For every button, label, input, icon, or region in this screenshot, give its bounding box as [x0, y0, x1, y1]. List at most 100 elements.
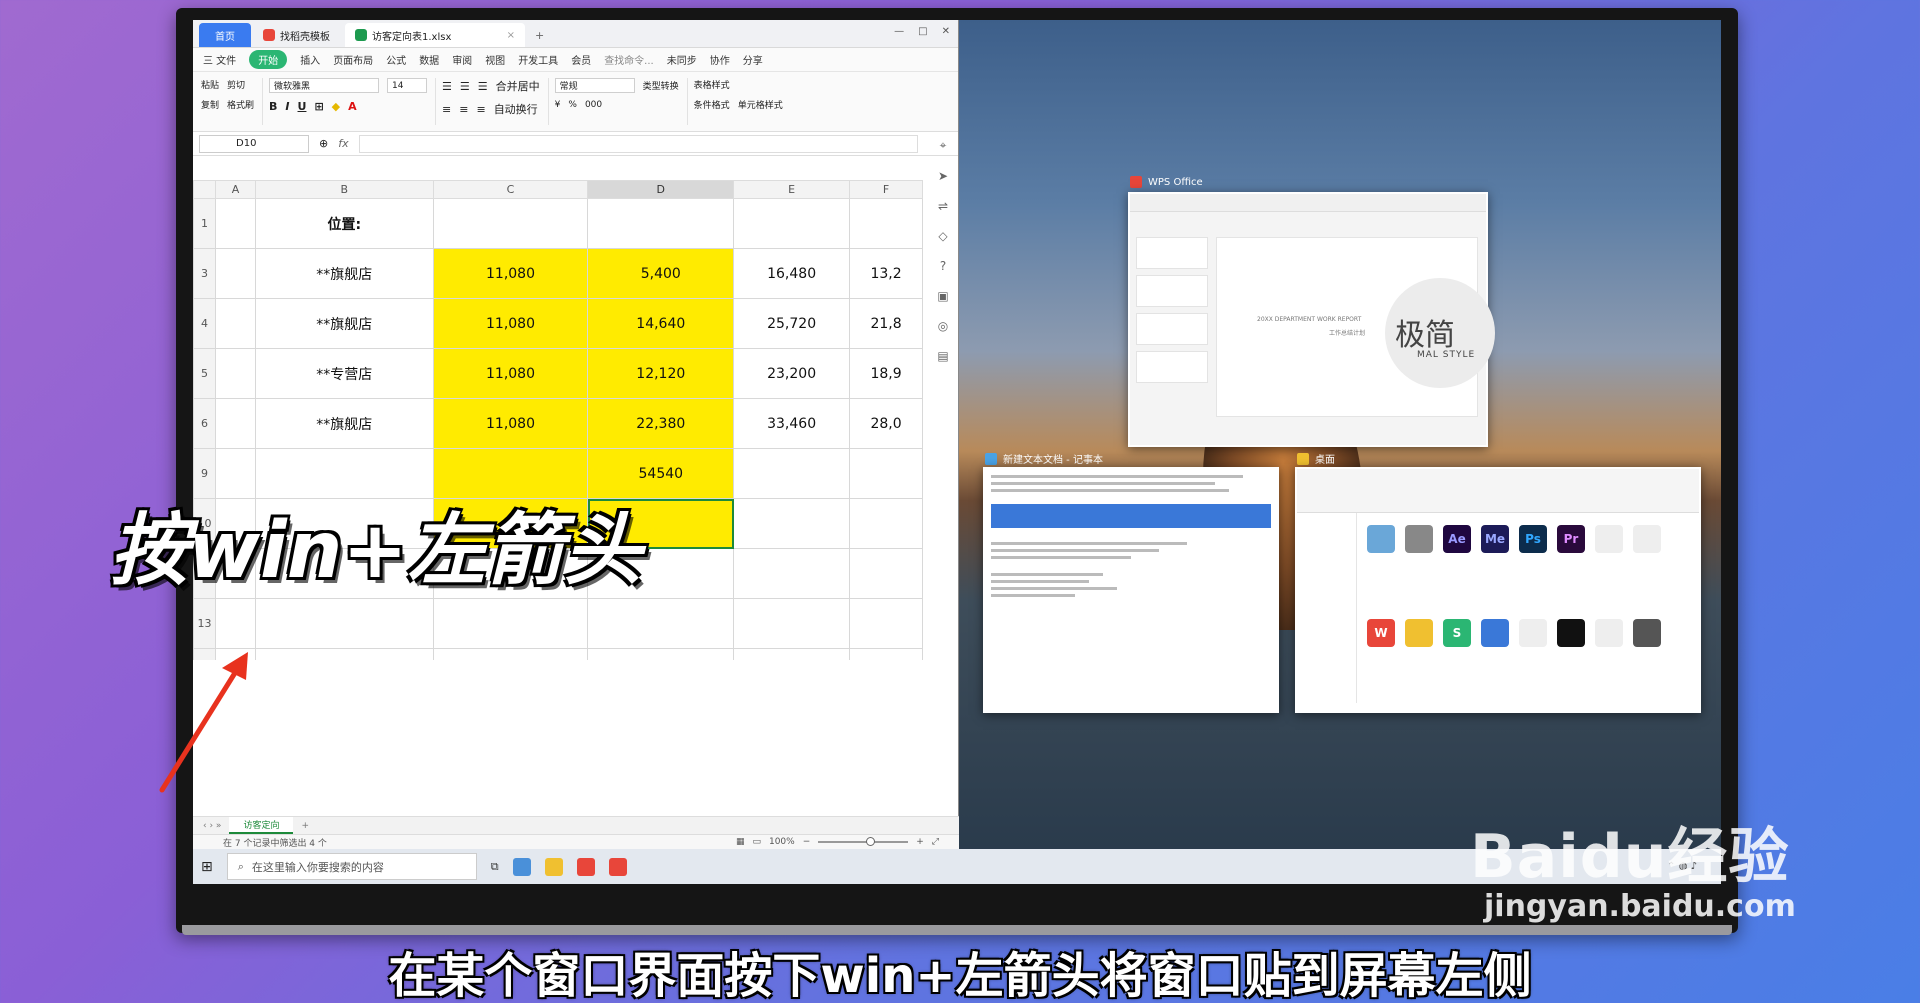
windows-start-icon[interactable]: ⊞: [201, 859, 213, 875]
cell-c[interactable]: 11,080: [432, 298, 589, 349]
menu-view[interactable]: 视图: [485, 52, 505, 67]
cell-b[interactable]: [254, 648, 434, 660]
cell-e[interactable]: 23,200: [733, 348, 851, 399]
pointer-icon[interactable]: ➤: [938, 169, 948, 183]
align-left-icon[interactable]: ≡: [442, 103, 451, 116]
file-icon[interactable]: [1633, 525, 1661, 553]
menu-member[interactable]: 会员: [571, 52, 591, 67]
align-right-icon[interactable]: ≡: [476, 103, 485, 116]
menu-start[interactable]: 开始: [249, 50, 288, 69]
command-search[interactable]: 查找命令...: [604, 52, 654, 67]
cell-e[interactable]: [733, 548, 851, 599]
close-tab-icon[interactable]: ×: [507, 30, 515, 41]
menu-developer[interactable]: 开发工具: [518, 52, 558, 67]
image-icon[interactable]: ▣: [937, 289, 948, 303]
row-number[interactable]: 5: [193, 348, 216, 399]
cell-b[interactable]: **旗舰店: [254, 298, 434, 349]
zoom-level[interactable]: 100%: [769, 837, 795, 847]
zoom-icon[interactable]: ⊕: [319, 137, 328, 150]
cell-b[interactable]: **旗舰店: [254, 248, 434, 299]
cell-f[interactable]: [849, 448, 923, 499]
cell-d[interactable]: [587, 648, 735, 660]
format-painter-button[interactable]: 格式刷: [227, 98, 254, 111]
cell-a[interactable]: [214, 298, 256, 349]
currency-icon[interactable]: ¥: [555, 100, 561, 110]
feishu-icon[interactable]: [1481, 619, 1509, 647]
cell-e[interactable]: 25,720: [733, 298, 851, 349]
taskbar-app-icon[interactable]: [512, 857, 531, 876]
cell-f[interactable]: [849, 548, 923, 599]
menu-formula[interactable]: 公式: [386, 52, 406, 67]
cell-f[interactable]: [849, 198, 923, 249]
table-row[interactable]: 3 **旗舰店 11,080 5,400 16,480 13,2: [193, 248, 923, 299]
underline-icon[interactable]: U: [298, 100, 307, 113]
file-icon[interactable]: [1367, 525, 1395, 553]
after-effects-icon[interactable]: Ae: [1443, 525, 1471, 553]
premiere-icon[interactable]: Pr: [1557, 525, 1585, 553]
align-bottom-icon[interactable]: ☰: [478, 80, 488, 93]
row-number[interactable]: 6: [193, 398, 216, 449]
cell-b[interactable]: **专营店: [254, 348, 434, 399]
paste-button[interactable]: 粘贴: [201, 78, 219, 91]
font-color-icon[interactable]: A: [348, 100, 357, 113]
cell-e[interactable]: [733, 198, 851, 249]
bold-icon[interactable]: B: [269, 100, 277, 113]
collaborate-button[interactable]: 协作: [710, 52, 730, 67]
font-size-select[interactable]: 14: [387, 78, 428, 93]
col-header[interactable]: C: [432, 180, 589, 199]
table-row[interactable]: 14: [193, 648, 923, 660]
file-icon[interactable]: [1595, 619, 1623, 647]
row-number[interactable]: 4: [193, 298, 216, 349]
zoom-in-icon[interactable]: +: [916, 837, 924, 847]
explorer-taskbar-icon[interactable]: [544, 857, 563, 876]
cell-f[interactable]: 28,0: [849, 398, 923, 449]
cell-c[interactable]: 11,080: [432, 348, 589, 399]
percent-icon[interactable]: %: [568, 100, 577, 110]
border-icon[interactable]: ⊞: [314, 100, 323, 113]
sync-status[interactable]: 未同步: [667, 52, 697, 67]
table-row[interactable]: 5 **专营店 11,080 12,120 23,200 18,9: [193, 348, 923, 399]
share-button[interactable]: 分享: [743, 52, 763, 67]
row-number[interactable]: 3: [193, 248, 216, 299]
notepad-snap-thumbnail[interactable]: [983, 467, 1279, 713]
zoom-handle[interactable]: [866, 837, 876, 846]
cell-a[interactable]: [214, 248, 256, 299]
photoshop-icon[interactable]: Ps: [1519, 525, 1547, 553]
cell-c[interactable]: 11,080: [432, 248, 589, 299]
minimize-icon[interactable]: —: [894, 26, 904, 37]
explorer-snap-thumbnail[interactable]: Ae Me Ps Pr W S: [1295, 467, 1701, 713]
tab-home[interactable]: 首页: [199, 23, 251, 47]
col-header-active[interactable]: D: [587, 180, 735, 199]
cell-f[interactable]: 21,8: [849, 298, 923, 349]
table-row[interactable]: 13: [193, 598, 923, 649]
cell-d[interactable]: 12,120: [587, 348, 735, 399]
col-header[interactable]: A: [214, 180, 256, 199]
capcut-icon[interactable]: [1557, 619, 1585, 647]
cut-button[interactable]: 剪切: [227, 78, 245, 91]
conditional-format-button[interactable]: 条件格式: [694, 98, 730, 111]
cell-e[interactable]: [733, 648, 851, 660]
file-icon[interactable]: [1405, 525, 1433, 553]
align-top-icon[interactable]: ☰: [442, 80, 452, 93]
cell-f[interactable]: 13,2: [849, 248, 923, 299]
cell-f[interactable]: [849, 498, 923, 549]
row-number[interactable]: 1: [193, 198, 216, 249]
spreadsheet-window[interactable]: 首页 找稻壳模板 访客定向表1.xlsx × + — □ ✕ 三 文件 开始 插入…: [193, 20, 959, 849]
cell-e[interactable]: [733, 448, 851, 499]
cell-e[interactable]: 16,480: [733, 248, 851, 299]
type-convert-button[interactable]: 类型转换: [643, 79, 679, 92]
tab-document[interactable]: 访客定向表1.xlsx ×: [345, 23, 525, 47]
help-icon[interactable]: ?: [940, 259, 946, 273]
menu-data[interactable]: 数据: [419, 52, 439, 67]
cell-e[interactable]: 33,460: [733, 398, 851, 449]
table-row[interactable]: 4 **旗舰店 11,080 14,640 25,720 21,8: [193, 298, 923, 349]
menu-page-layout[interactable]: 页面布局: [333, 52, 373, 67]
folder-file-icon[interactable]: [1405, 619, 1433, 647]
location-icon[interactable]: ◎: [938, 319, 948, 333]
col-header[interactable]: F: [849, 180, 923, 199]
font-select[interactable]: 微软雅黑: [269, 78, 380, 93]
cell-f[interactable]: 18,9: [849, 348, 923, 399]
cell-b[interactable]: 位置:: [254, 198, 434, 249]
maximize-icon[interactable]: □: [918, 26, 927, 37]
italic-icon[interactable]: I: [285, 100, 289, 113]
